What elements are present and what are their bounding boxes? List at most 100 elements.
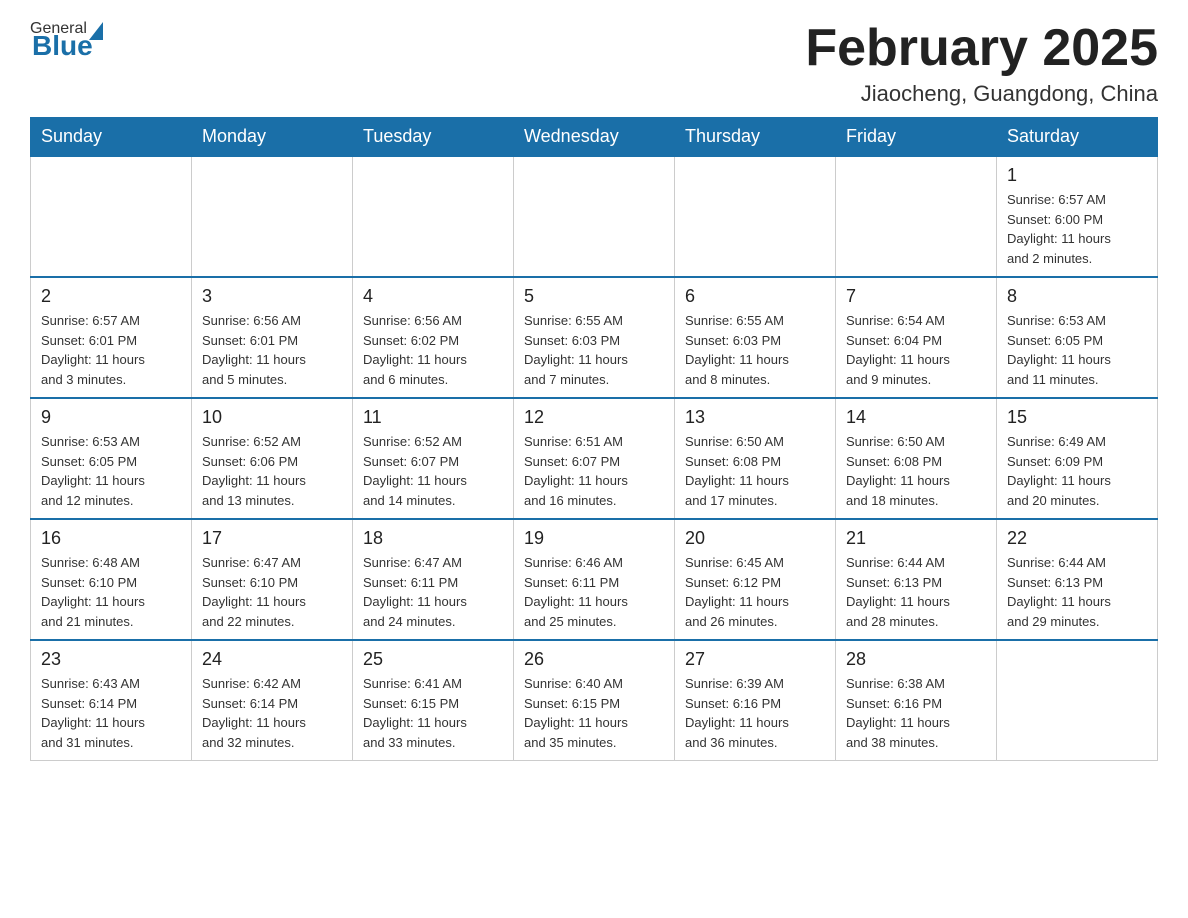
- day-number: 25: [363, 649, 503, 670]
- day-info: Sunrise: 6:40 AMSunset: 6:15 PMDaylight:…: [524, 674, 664, 752]
- calendar-cell: 27Sunrise: 6:39 AMSunset: 6:16 PMDayligh…: [675, 640, 836, 761]
- calendar-cell: 28 Sunrise: 6:38 AMSunset: 6:16 PMDayligh…: [836, 640, 997, 761]
- day-number: 19: [524, 528, 664, 549]
- day-info: Sunrise: 6:56 AMSunset: 6:01 PMDaylight:…: [202, 311, 342, 389]
- day-info: Sunrise: 6:56 AMSunset: 6:02 PMDaylight:…: [363, 311, 503, 389]
- calendar-cell: 13 Sunrise: 6:50 AMSunset: 6:08 PMDayligh…: [675, 398, 836, 519]
- day-info: Sunrise: 6:57 AMSunset: 6:00 PMDaylight:…: [1007, 190, 1147, 268]
- calendar-cell: 11 Sunrise: 6:52 AMSunset: 6:07 PMDayligh…: [353, 398, 514, 519]
- calendar-cell: 20 Sunrise: 6:45 AMSunset: 6:12 PMDayligh…: [675, 519, 836, 640]
- calendar-cell: 19 Sunrise: 6:46 AMSunset: 6:11 PMDayligh…: [514, 519, 675, 640]
- calendar-cell: [192, 156, 353, 277]
- logo: General Blue: [30, 20, 105, 62]
- calendar-cell: [997, 640, 1158, 761]
- day-info: Sunrise: 6:50 AMSunset: 6:08 PMDaylight:…: [846, 432, 986, 510]
- logo-arrow-icon: [89, 22, 103, 40]
- weekday-header-thursday: Thursday: [675, 118, 836, 157]
- location: Jiaocheng, Guangdong, China: [805, 81, 1158, 107]
- day-number: 21: [846, 528, 986, 549]
- day-number: 27: [685, 649, 825, 670]
- day-info: Sunrise: 6:46 AMSunset: 6:11 PMDaylight:…: [524, 553, 664, 631]
- day-info: Sunrise: 6:38 AMSunset: 6:16 PMDaylight:…: [846, 674, 986, 752]
- calendar-cell: 10 Sunrise: 6:52 AMSunset: 6:06 PMDayligh…: [192, 398, 353, 519]
- day-number: 26: [524, 649, 664, 670]
- day-info: Sunrise: 6:50 AMSunset: 6:08 PMDaylight:…: [685, 432, 825, 510]
- calendar-table: SundayMondayTuesdayWednesdayThursdayFrid…: [30, 117, 1158, 761]
- day-info: Sunrise: 6:48 AMSunset: 6:10 PMDaylight:…: [41, 553, 181, 631]
- day-info: Sunrise: 6:54 AMSunset: 6:04 PMDaylight:…: [846, 311, 986, 389]
- calendar-cell: 21 Sunrise: 6:44 AMSunset: 6:13 PMDayligh…: [836, 519, 997, 640]
- calendar-cell: 15 Sunrise: 6:49 AMSunset: 6:09 PMDayligh…: [997, 398, 1158, 519]
- day-number: 11: [363, 407, 503, 428]
- day-info: Sunrise: 6:44 AMSunset: 6:13 PMDaylight:…: [1007, 553, 1147, 631]
- calendar-cell: 22 Sunrise: 6:44 AMSunset: 6:13 PMDayligh…: [997, 519, 1158, 640]
- calendar-cell: 2 Sunrise: 6:57 AMSunset: 6:01 PMDaylight…: [31, 277, 192, 398]
- weekday-header-saturday: Saturday: [997, 118, 1158, 157]
- day-number: 1: [1007, 165, 1147, 186]
- day-info: Sunrise: 6:47 AMSunset: 6:11 PMDaylight:…: [363, 553, 503, 631]
- day-number: 14: [846, 407, 986, 428]
- day-info: Sunrise: 6:55 AMSunset: 6:03 PMDaylight:…: [524, 311, 664, 389]
- day-info: Sunrise: 6:52 AMSunset: 6:07 PMDaylight:…: [363, 432, 503, 510]
- weekday-header-wednesday: Wednesday: [514, 118, 675, 157]
- day-number: 24: [202, 649, 342, 670]
- day-number: 23: [41, 649, 181, 670]
- calendar-cell: 5 Sunrise: 6:55 AMSunset: 6:03 PMDaylight…: [514, 277, 675, 398]
- weekday-header-tuesday: Tuesday: [353, 118, 514, 157]
- day-number: 9: [41, 407, 181, 428]
- day-number: 6: [685, 286, 825, 307]
- calendar-cell: 9 Sunrise: 6:53 AMSunset: 6:05 PMDaylight…: [31, 398, 192, 519]
- day-number: 28: [846, 649, 986, 670]
- weekday-header-monday: Monday: [192, 118, 353, 157]
- day-info: Sunrise: 6:41 AMSunset: 6:15 PMDaylight:…: [363, 674, 503, 752]
- day-info: Sunrise: 6:45 AMSunset: 6:12 PMDaylight:…: [685, 553, 825, 631]
- calendar-cell: 7Sunrise: 6:54 AMSunset: 6:04 PMDaylight…: [836, 277, 997, 398]
- weekday-header-friday: Friday: [836, 118, 997, 157]
- day-number: 22: [1007, 528, 1147, 549]
- calendar-cell: [514, 156, 675, 277]
- day-number: 2: [41, 286, 181, 307]
- day-info: Sunrise: 6:44 AMSunset: 6:13 PMDaylight:…: [846, 553, 986, 631]
- title-section: February 2025 Jiaocheng, Guangdong, Chin…: [805, 20, 1158, 107]
- day-number: 17: [202, 528, 342, 549]
- calendar-cell: 18Sunrise: 6:47 AMSunset: 6:11 PMDayligh…: [353, 519, 514, 640]
- day-info: Sunrise: 6:53 AMSunset: 6:05 PMDaylight:…: [41, 432, 181, 510]
- weekday-header-sunday: Sunday: [31, 118, 192, 157]
- day-number: 16: [41, 528, 181, 549]
- calendar-cell: [675, 156, 836, 277]
- calendar-cell: 1 Sunrise: 6:57 AMSunset: 6:00 PMDaylight…: [997, 156, 1158, 277]
- calendar-cell: 24 Sunrise: 6:42 AMSunset: 6:14 PMDayligh…: [192, 640, 353, 761]
- calendar-cell: [836, 156, 997, 277]
- calendar-cell: 3Sunrise: 6:56 AMSunset: 6:01 PMDaylight…: [192, 277, 353, 398]
- calendar-cell: 16 Sunrise: 6:48 AMSunset: 6:10 PMDayligh…: [31, 519, 192, 640]
- calendar-week-2: 2 Sunrise: 6:57 AMSunset: 6:01 PMDaylight…: [31, 277, 1158, 398]
- calendar-cell: 12Sunrise: 6:51 AMSunset: 6:07 PMDayligh…: [514, 398, 675, 519]
- month-title: February 2025: [805, 20, 1158, 77]
- day-number: 20: [685, 528, 825, 549]
- day-number: 13: [685, 407, 825, 428]
- day-number: 5: [524, 286, 664, 307]
- calendar-week-3: 9 Sunrise: 6:53 AMSunset: 6:05 PMDaylight…: [31, 398, 1158, 519]
- calendar-cell: 26 Sunrise: 6:40 AMSunset: 6:15 PMDayligh…: [514, 640, 675, 761]
- calendar-cell: 4Sunrise: 6:56 AMSunset: 6:02 PMDaylight…: [353, 277, 514, 398]
- day-info: Sunrise: 6:43 AMSunset: 6:14 PMDaylight:…: [41, 674, 181, 752]
- day-info: Sunrise: 6:51 AMSunset: 6:07 PMDaylight:…: [524, 432, 664, 510]
- day-number: 10: [202, 407, 342, 428]
- calendar-cell: 25 Sunrise: 6:41 AMSunset: 6:15 PMDayligh…: [353, 640, 514, 761]
- calendar-cell: [31, 156, 192, 277]
- calendar-week-5: 23 Sunrise: 6:43 AMSunset: 6:14 PMDayligh…: [31, 640, 1158, 761]
- day-info: Sunrise: 6:49 AMSunset: 6:09 PMDaylight:…: [1007, 432, 1147, 510]
- day-info: Sunrise: 6:52 AMSunset: 6:06 PMDaylight:…: [202, 432, 342, 510]
- day-number: 8: [1007, 286, 1147, 307]
- calendar-cell: 14 Sunrise: 6:50 AMSunset: 6:08 PMDayligh…: [836, 398, 997, 519]
- day-info: Sunrise: 6:57 AMSunset: 6:01 PMDaylight:…: [41, 311, 181, 389]
- day-number: 15: [1007, 407, 1147, 428]
- calendar-cell: 17 Sunrise: 6:47 AMSunset: 6:10 PMDayligh…: [192, 519, 353, 640]
- weekday-header-row: SundayMondayTuesdayWednesdayThursdayFrid…: [31, 118, 1158, 157]
- day-info: Sunrise: 6:42 AMSunset: 6:14 PMDaylight:…: [202, 674, 342, 752]
- calendar-cell: 6 Sunrise: 6:55 AMSunset: 6:03 PMDaylight…: [675, 277, 836, 398]
- day-info: Sunrise: 6:47 AMSunset: 6:10 PMDaylight:…: [202, 553, 342, 631]
- calendar-week-4: 16 Sunrise: 6:48 AMSunset: 6:10 PMDayligh…: [31, 519, 1158, 640]
- day-info: Sunrise: 6:55 AMSunset: 6:03 PMDaylight:…: [685, 311, 825, 389]
- calendar-week-1: 1 Sunrise: 6:57 AMSunset: 6:00 PMDaylight…: [31, 156, 1158, 277]
